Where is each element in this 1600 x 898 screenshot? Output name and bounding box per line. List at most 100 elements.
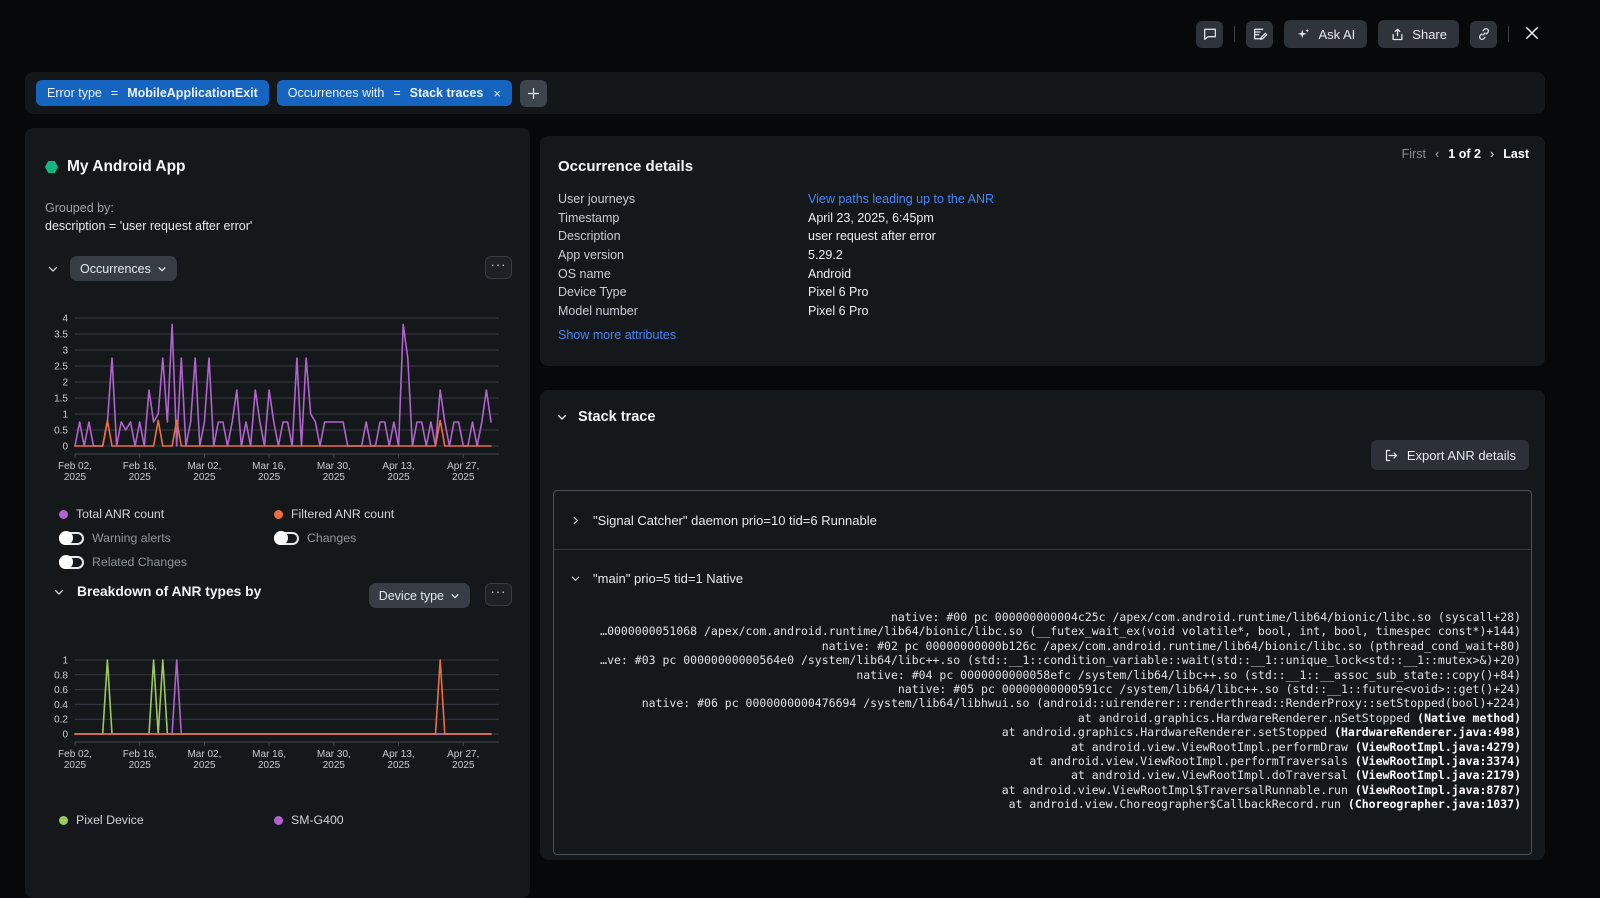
svg-text:2: 2 — [62, 378, 68, 389]
thread-row-main[interactable]: "main" prio=5 tid=1 Native — [554, 550, 1531, 606]
detail-field: App version5.29.2 — [558, 246, 1318, 265]
stack-trace-line: native: #02 pc 00000000000b126c /apex/co… — [560, 639, 1521, 653]
svg-text:Apr 27,: Apr 27, — [447, 461, 479, 472]
app-title-row: My Android App — [45, 158, 186, 176]
legend-label: Filtered ANR count — [291, 507, 394, 521]
detail-field-value: 5.29.2 — [808, 248, 843, 262]
stack-trace-line: …ve: #03 pc 00000000000564e0 /system/lib… — [560, 653, 1521, 667]
svg-text:0: 0 — [62, 730, 68, 741]
pagination-next-icon[interactable]: › — [1490, 146, 1494, 161]
svg-text:Mar 02,: Mar 02, — [187, 461, 221, 472]
svg-text:2025: 2025 — [64, 760, 87, 771]
topbar-divider — [1234, 26, 1235, 42]
close-icon[interactable] — [1520, 22, 1544, 46]
stack-trace-line: native: #00 pc 000000000004c25c /apex/co… — [560, 610, 1521, 624]
svg-text:0.2: 0.2 — [54, 715, 68, 726]
legend-dot-icon — [59, 510, 68, 519]
svg-text:Mar 30,: Mar 30, — [317, 749, 351, 760]
legend-label: Related Changes — [92, 555, 187, 569]
detail-field-label: Device Type — [558, 285, 808, 299]
topbar: Ask AI Share — [1196, 20, 1544, 48]
svg-text:Mar 30,: Mar 30, — [317, 461, 351, 472]
svg-text:1: 1 — [62, 410, 68, 421]
toggle-switch[interactable] — [274, 532, 299, 545]
share-icon — [1390, 27, 1405, 42]
app-title: My Android App — [67, 158, 186, 176]
breakdown-title: Breakdown of ANR types by — [77, 584, 261, 599]
ask-ai-button[interactable]: Ask AI — [1284, 20, 1367, 48]
stack-trace-line: native: #05 pc 00000000000591cc /system/… — [560, 682, 1521, 696]
filter-chip-occurrences-with[interactable]: Occurrences with = Stack traces × — [277, 80, 512, 106]
chip-operator: = — [111, 86, 118, 100]
filter-chip-error-type[interactable]: Error type = MobileApplicationExit — [36, 80, 269, 106]
svg-text:Feb 02,: Feb 02, — [58, 461, 92, 472]
svg-text:0.8: 0.8 — [54, 670, 68, 681]
compose-note-icon — [1252, 26, 1268, 42]
filter-bar: Error type = MobileApplicationExit Occur… — [25, 72, 1545, 114]
svg-text:Feb 02,: Feb 02, — [58, 749, 92, 760]
chip-field: Occurrences with — [288, 86, 385, 100]
detail-field-value-link[interactable]: View paths leading up to the ANR — [808, 192, 994, 206]
sparkle-icon — [1296, 27, 1311, 42]
pagination-prev-icon[interactable]: ‹ — [1435, 146, 1439, 161]
collapse-chevron-icon[interactable] — [53, 586, 65, 598]
add-filter-button[interactable] — [520, 80, 547, 107]
collapse-chevron-icon[interactable] — [47, 263, 59, 275]
remove-filter-icon[interactable]: × — [493, 87, 501, 100]
comment-button[interactable] — [1196, 21, 1223, 48]
svg-text:2025: 2025 — [452, 472, 475, 482]
thread-label: "main" prio=5 tid=1 Native — [593, 571, 743, 586]
toggle-switch[interactable] — [59, 532, 84, 545]
legend-label: Pixel Device — [76, 813, 144, 827]
svg-text:2.5: 2.5 — [54, 362, 68, 373]
export-anr-details-button[interactable]: Export ANR details — [1371, 440, 1529, 470]
grouped-by-value: description = 'user request after error' — [45, 219, 252, 233]
legend-dot-icon — [59, 816, 68, 825]
detail-field-value: April 23, 2025, 6:45pm — [808, 211, 934, 225]
detail-field-value: user request after error — [808, 229, 936, 243]
details-fields: User journeysView paths leading up to th… — [558, 190, 1318, 320]
detail-field: OS nameAndroid — [558, 264, 1318, 283]
legend-item: Related Changes — [59, 552, 274, 572]
share-button[interactable]: Share — [1378, 20, 1459, 48]
toggle-switch[interactable] — [59, 556, 84, 569]
occurrences-more-button[interactable]: ··· — [485, 256, 512, 279]
svg-text:4: 4 — [62, 314, 68, 325]
breakdown-dimension-dropdown[interactable]: Device type — [369, 583, 470, 608]
legend-item: Filtered ANR count — [274, 504, 394, 524]
share-label: Share — [1412, 27, 1447, 42]
stack-trace-code[interactable]: native: #00 pc 000000000004c25c /apex/co… — [554, 606, 1531, 812]
breakdown-more-button[interactable]: ··· — [485, 583, 512, 606]
detail-field-label: User journeys — [558, 192, 808, 206]
svg-text:2025: 2025 — [258, 760, 281, 771]
stack-trace-line: at android.view.ViewRootImpl.performTrav… — [560, 754, 1521, 768]
pagination-first[interactable]: First — [1402, 147, 1426, 161]
detail-field: Descriptionuser request after error — [558, 227, 1318, 246]
stack-trace-line: native: #04 pc 0000000000058efc /system/… — [560, 668, 1521, 682]
detail-field-value: Android — [808, 267, 851, 281]
pagination-last[interactable]: Last — [1503, 147, 1529, 161]
svg-text:2025: 2025 — [323, 760, 346, 771]
legend-item: Warning alerts — [59, 528, 274, 548]
thread-row-signal-catcher[interactable]: "Signal Catcher" daemon prio=10 tid=6 Ru… — [554, 491, 1531, 549]
copy-link-button[interactable] — [1470, 21, 1497, 48]
svg-text:2025: 2025 — [129, 472, 152, 482]
collapse-chevron-icon[interactable] — [556, 411, 568, 423]
chip-field: Error type — [47, 86, 102, 100]
notes-button[interactable] — [1246, 21, 1273, 48]
svg-text:Mar 16,: Mar 16, — [252, 461, 286, 472]
breakdown-chart: 00.20.40.60.81Feb 02,2025Feb 16,2025Mar … — [39, 634, 501, 774]
detail-field: Model numberPixel 6 Pro — [558, 302, 1318, 321]
legend-label: Total ANR count — [76, 507, 164, 521]
metric-dropdown[interactable]: Occurrences — [70, 256, 177, 281]
detail-field-label: OS name — [558, 267, 808, 281]
svg-text:2025: 2025 — [452, 760, 475, 771]
thread-label: "Signal Catcher" daemon prio=10 tid=6 Ru… — [593, 513, 877, 528]
detail-field-value: Pixel 6 Pro — [808, 285, 868, 299]
svg-text:3: 3 — [62, 346, 68, 357]
comment-icon — [1202, 26, 1218, 42]
plus-icon — [526, 86, 541, 101]
chevron-right-icon — [570, 515, 581, 526]
show-more-attributes-link[interactable]: Show more attributes — [558, 328, 676, 342]
chip-operator: = — [393, 86, 400, 100]
